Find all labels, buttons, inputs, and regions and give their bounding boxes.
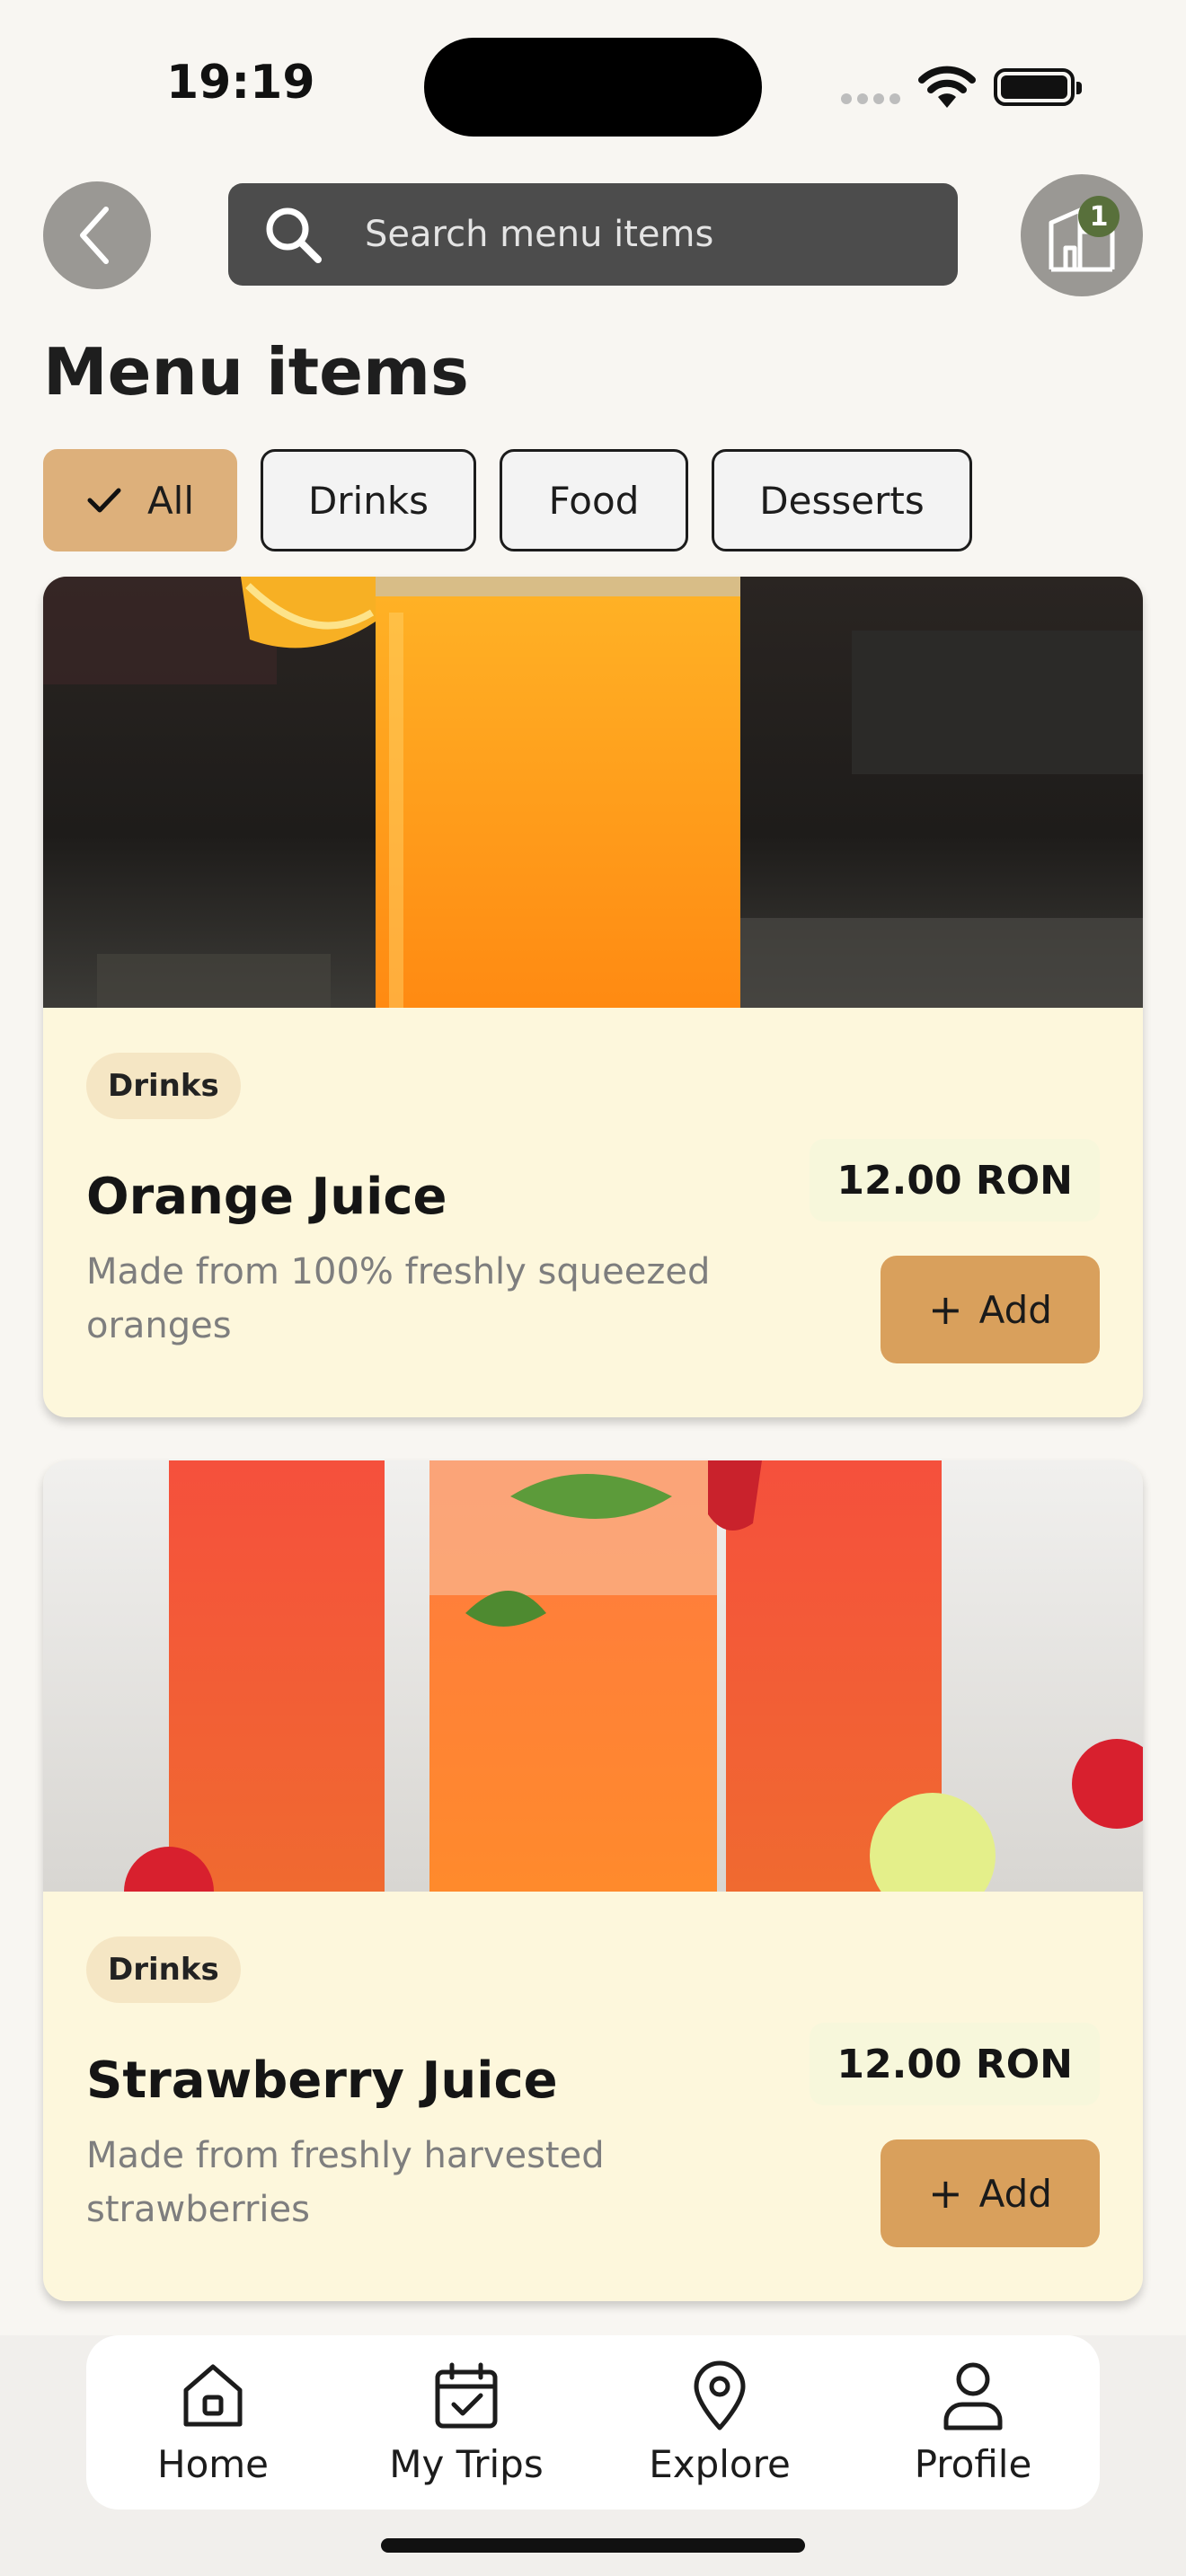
filter-chip-desserts[interactable]: Desserts [712,449,972,551]
filter-chip-all[interactable]: All [43,449,237,551]
menu-item-card[interactable]: Drinks Strawberry Juice Made from freshl… [43,1460,1143,2301]
nav-label: Home [156,2441,270,2486]
wifi-icon [918,66,976,108]
search-icon [266,207,322,263]
search-input[interactable] [365,214,940,255]
filter-chip-label: Desserts [759,478,925,523]
chevron-left-icon [80,207,109,264]
back-button[interactable] [43,181,151,289]
search-bar[interactable] [228,183,958,286]
home-indicator[interactable] [381,2538,805,2553]
plus-icon: + [928,1285,963,1334]
cellular-signal-icon [841,93,900,104]
nav-item-home[interactable]: Home [96,2360,330,2486]
menu-item-price: 12.00 RON [810,2023,1100,2105]
dynamic-island [424,38,762,137]
battery-icon [994,68,1082,106]
menu-item-photo [43,1460,1143,1892]
filter-chip-label: All [146,478,195,523]
menu-item-details: Drinks Strawberry Juice Made from freshl… [43,1892,1143,2301]
check-icon [87,488,121,513]
nav-item-my-trips[interactable]: My Trips [350,2360,583,2486]
menu-item-name: Strawberry Juice [86,2051,558,2110]
menu-item-price: 12.00 RON [810,1139,1100,1222]
status-bar: 19:19 [0,0,1186,171]
category-tag: Drinks [86,1053,241,1119]
page-title: Menu items [43,334,469,410]
nav-label: Explore [649,2441,791,2486]
nav-label: Profile [914,2441,1032,2486]
add-button-label: Add [978,1287,1052,1332]
filter-chip-label: Food [548,478,640,523]
venue-button[interactable] [1021,174,1143,296]
filter-chip-drinks[interactable]: Drinks [261,449,476,551]
nav-item-profile[interactable]: Profile [856,2360,1090,2486]
menu-item-description: Made from freshly harvested strawberries [86,2135,605,2230]
filter-chip-label: Drinks [307,478,429,523]
venue-badge: 1 [1078,196,1120,237]
nav-label: My Trips [389,2441,544,2486]
menu-item-details: Drinks Orange Juice Made from 100% fresh… [43,1008,1143,1417]
menu-item-description: Made from 100% freshly squeezed oranges [86,1251,711,1346]
nav-item-explore[interactable]: Explore [603,2360,836,2486]
add-to-order-button[interactable]: + Add [881,2139,1100,2247]
map-pin-icon [694,2360,746,2430]
status-time: 19:19 [166,56,315,110]
add-to-order-button[interactable]: + Add [881,1256,1100,1363]
home-icon [183,2364,243,2426]
bottom-nav: Home My Trips Explore Profile [86,2335,1100,2510]
category-filters: All Drinks Food Desserts [43,449,972,551]
add-button-label: Add [978,2171,1052,2216]
menu-item-photo [43,577,1143,1008]
menu-item-card[interactable]: Drinks Orange Juice Made from 100% fresh… [43,577,1143,1417]
category-tag: Drinks [86,1936,241,2003]
plus-icon: + [928,2169,963,2218]
user-icon [943,2362,1003,2430]
menu-item-name: Orange Juice [86,1168,447,1226]
filter-chip-food[interactable]: Food [500,449,688,551]
calendar-icon [435,2362,498,2428]
